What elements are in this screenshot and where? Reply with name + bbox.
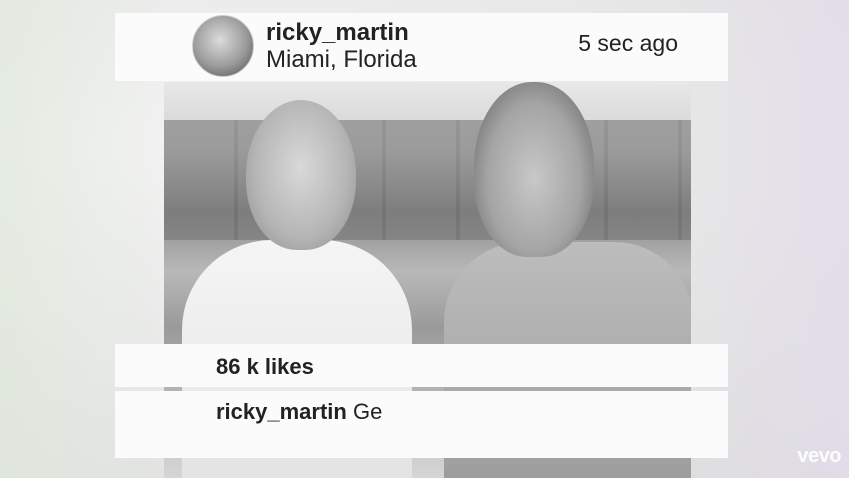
caption-bar: ricky_martin Ge <box>115 391 728 458</box>
caption-username[interactable]: ricky_martin <box>216 399 347 424</box>
photo-person-left-head <box>246 100 356 250</box>
vevo-watermark: vevo <box>797 445 841 467</box>
photo-person-right-head <box>474 82 594 257</box>
caption: ricky_martin Ge <box>216 399 382 425</box>
post-timestamp: 5 sec ago <box>578 30 678 56</box>
likes-count[interactable]: 86 k likes <box>216 354 314 380</box>
post-location[interactable]: Miami, Florida <box>266 46 417 74</box>
likes-bar: 86 k likes <box>115 344 728 387</box>
caption-text: Ge <box>352 399 383 424</box>
post-username[interactable]: ricky_martin <box>266 19 409 47</box>
avatar[interactable] <box>192 15 254 77</box>
post-header: ricky_martin Miami, Florida 5 sec ago <box>115 13 728 81</box>
